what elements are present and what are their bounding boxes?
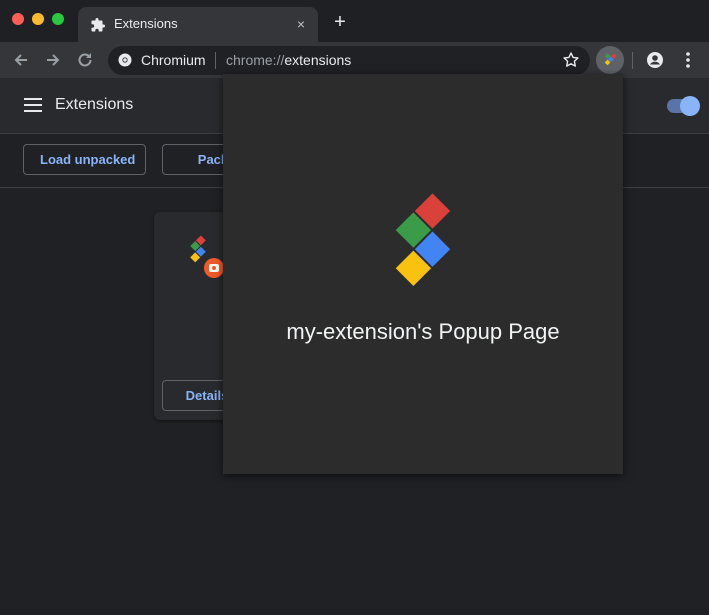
extension-logo-icon <box>387 184 461 301</box>
new-tab-button[interactable]: + <box>330 12 350 32</box>
tab-close-icon[interactable]: × <box>292 15 310 33</box>
service-worker-badge-icon <box>204 258 224 278</box>
window-close-button[interactable] <box>12 13 24 25</box>
window-maximize-button[interactable] <box>52 13 64 25</box>
chromium-site-icon <box>118 53 132 67</box>
address-bar[interactable]: Chromium chrome://extensions <box>108 46 590 75</box>
extension-action-button[interactable] <box>596 46 624 74</box>
omnibox-divider <box>215 52 216 69</box>
forward-arrow-icon[interactable] <box>42 49 64 71</box>
browser-toolbar: Chromium chrome://extensions <box>0 42 709 78</box>
puzzle-icon <box>90 17 106 33</box>
more-menu-icon[interactable] <box>678 50 698 70</box>
page-title: Extensions <box>55 96 134 113</box>
developer-mode-toggle[interactable] <box>667 96 700 116</box>
hamburger-menu-icon[interactable] <box>24 96 42 114</box>
extension-logo-icon <box>604 53 617 66</box>
title-bar: Extensions × + <box>0 0 709 42</box>
url-prefix: chrome:// <box>226 52 285 68</box>
popup-title: my-extension's Popup Page <box>286 319 560 344</box>
toggle-knob <box>680 96 700 116</box>
tab-extensions[interactable]: Extensions × <box>78 7 318 42</box>
url-path: extensions <box>284 52 352 68</box>
reload-icon[interactable] <box>74 49 96 71</box>
extension-popup: my-extension's Popup Page <box>223 74 623 474</box>
bookmark-star-icon[interactable] <box>562 51 580 69</box>
url-text: chrome://extensions <box>226 52 351 68</box>
load-unpacked-button[interactable]: Load unpacked <box>23 144 146 175</box>
tab-title: Extensions <box>114 16 178 31</box>
toolbar-divider <box>632 52 633 69</box>
window-minimize-button[interactable] <box>32 13 44 25</box>
site-name: Chromium <box>141 52 206 68</box>
profile-avatar-icon[interactable] <box>645 50 665 70</box>
back-arrow-icon[interactable] <box>10 49 32 71</box>
